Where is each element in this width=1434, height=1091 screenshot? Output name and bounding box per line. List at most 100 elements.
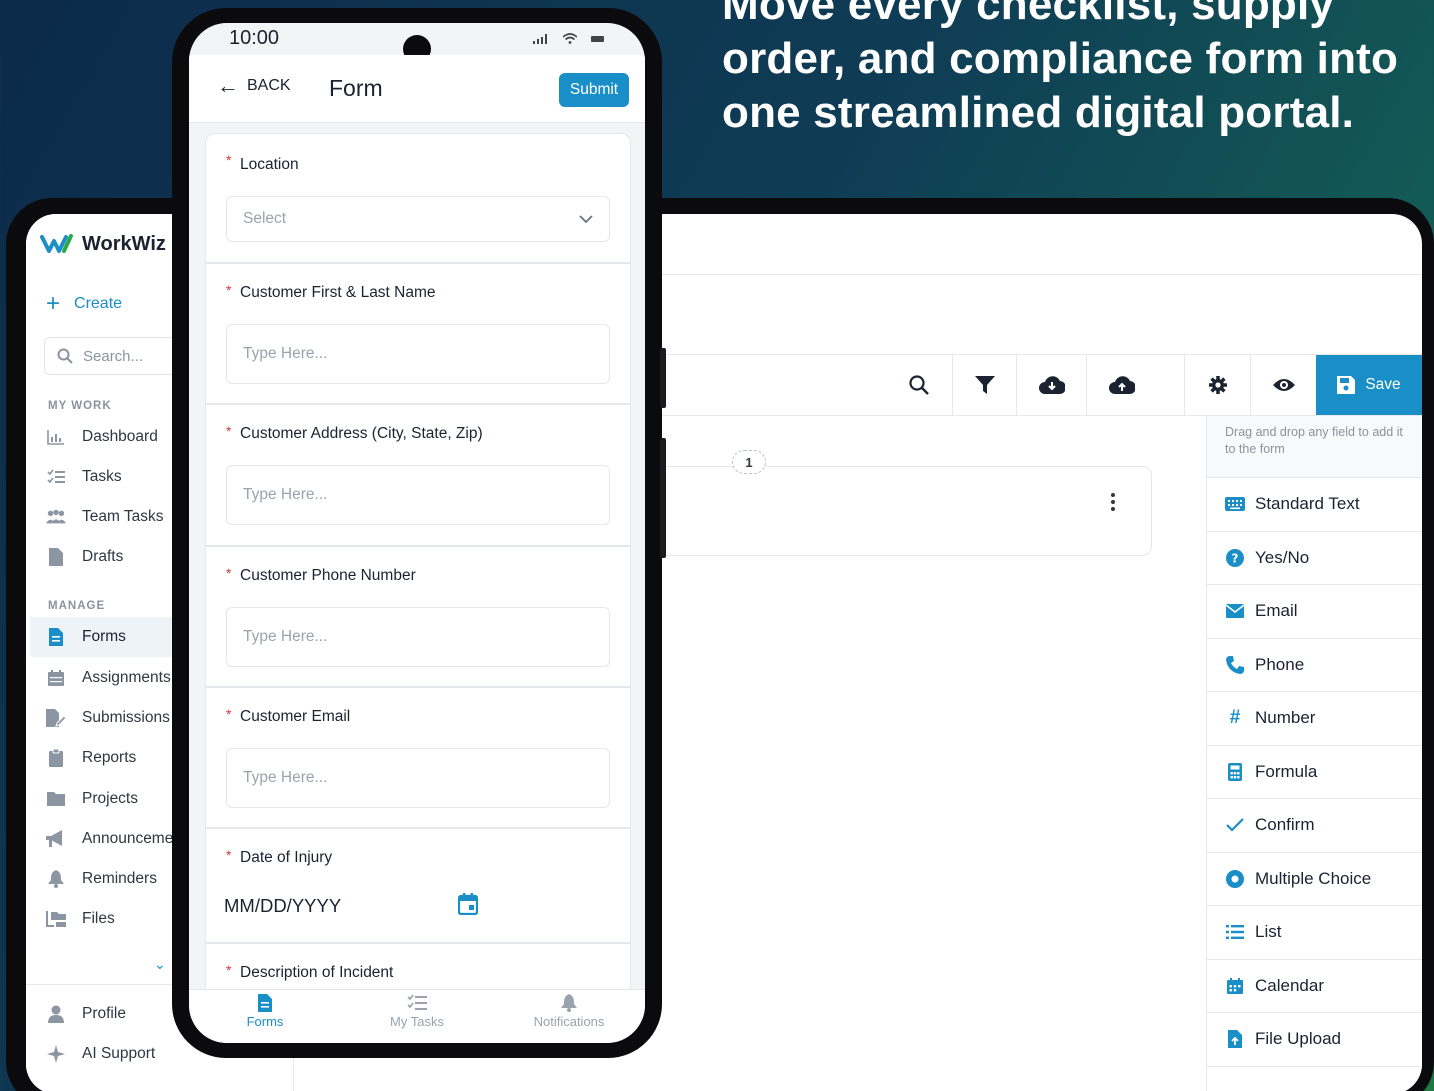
headline: Move every checklist, supply order, and … [722,0,1399,137]
create-label: Create [74,295,123,312]
form-page-card[interactable] [626,466,1152,556]
field-phone[interactable]: Phone [1207,639,1422,692]
bottom-nav-my-tasks[interactable]: My Tasks [347,994,487,1029]
keyboard-icon [1225,497,1245,512]
date-of-injury-input[interactable]: MM/DD/YYYY [224,895,341,917]
field-email[interactable]: Email [1207,585,1422,639]
nav-label: Tasks [82,468,122,485]
submission-icon [46,708,66,728]
gear-icon [1208,376,1227,394]
field-label: Customer Phone Number [240,567,416,584]
phone-frame: 10:00 ← BACK Form Submit * Location Sele… [172,8,666,1058]
field-number[interactable]: # Number [1207,692,1422,746]
logo-text: WorkWiz [82,232,166,255]
page-title: Form [329,75,383,101]
field-formula[interactable]: Formula [1207,746,1422,799]
required-marker: * [226,962,232,978]
field-label: Formula [1255,761,1318,781]
required-marker: * [226,847,232,863]
field-standard-text[interactable]: Standard Text [1207,478,1422,532]
search-icon [909,375,929,395]
calendar-icon [1225,977,1245,994]
floppy-disk-icon [1337,376,1356,394]
app-header: ← BACK Form Submit [189,55,645,123]
calculator-icon [1225,762,1245,781]
logo: WorkWiz [40,232,166,256]
battery-icon [591,35,604,42]
required-marker: * [226,423,232,439]
toolbar-settings-button[interactable] [1184,355,1250,415]
toolbar-download-button[interactable] [1016,355,1086,415]
hash-icon: # [1229,707,1241,729]
toolbar-search-button[interactable] [886,355,952,415]
user-icon [46,1004,66,1024]
bottom-nav: Forms My Tasks Notifications [189,989,645,1043]
bottom-nav-notifications[interactable]: Notifications [499,994,639,1029]
field-multiple-choice[interactable]: Multiple Choice [1207,853,1422,906]
field-label: Number [1255,708,1316,728]
field-label: Phone [1255,654,1305,674]
back-label: BACK [247,77,291,94]
nav-label: Drafts [82,548,124,565]
search-placeholder: Search... [83,347,144,365]
toolbar-preview-button[interactable] [1250,355,1316,415]
customer-name-input[interactable]: Type Here... [226,324,610,384]
toolbar-upload-button[interactable] [1086,355,1156,415]
nav-label: Profile [82,1005,126,1022]
customer-email-input[interactable]: Type Here... [226,748,610,808]
folder-icon [46,789,66,809]
field-yes-no[interactable]: ? Yes/No [1207,532,1422,585]
clipboard-icon [46,748,66,768]
nav-label: Assignments [82,669,171,686]
field-label: Multiple Choice [1255,868,1372,888]
phone-icon [1225,655,1245,674]
toolbar-filter-button[interactable] [952,355,1016,415]
status-bar: 10:00 [189,23,645,63]
field-file-upload[interactable]: File Upload [1207,1013,1422,1067]
cloud-upload-icon [1108,376,1135,394]
form-field-customer-email: * Customer Email Type Here... [205,687,631,828]
customer-address-input[interactable]: Type Here... [226,465,610,525]
phone-screen: 10:00 ← BACK Form Submit * Location Sele… [189,23,645,1043]
save-button[interactable]: Save [1316,355,1422,415]
nav-label: Submissions [82,709,170,726]
chevron-down-icon[interactable]: ⌄ [154,956,166,973]
field-calendar[interactable]: Calendar [1207,960,1422,1013]
location-select[interactable]: Select [226,196,610,242]
input-placeholder: Type Here... [243,769,328,786]
customer-phone-input[interactable]: Type Here... [226,607,610,667]
more-options-icon[interactable] [1111,493,1115,511]
form-field-customer-phone: * Customer Phone Number Type Here... [205,546,631,687]
list-icon [1225,925,1245,940]
create-button[interactable]: + Create [46,292,123,316]
fields-hint: Drag and drop any field to add it to the… [1207,416,1422,478]
form-field-date-of-injury: * Date of Injury MM/DD/YYYY [205,828,631,943]
form-field-location: * Location Select [205,133,631,263]
megaphone-icon [46,829,66,849]
field-label: Calendar [1255,975,1324,995]
nav-label: Reports [82,749,137,766]
signal-icon [533,33,547,44]
team-icon [46,507,66,527]
field-label: Yes/No [1255,547,1310,567]
field-label: Location [240,156,299,173]
arrow-left-icon: ← [217,73,239,98]
submit-button[interactable]: Submit [559,73,629,107]
chart-icon [46,427,66,447]
required-marker: * [226,152,232,168]
checklist-icon [407,994,427,1010]
bottom-nav-label: My Tasks [390,1014,444,1029]
nav-label: Team Tasks [82,508,164,525]
bell-icon [46,869,66,889]
required-marker: * [226,565,232,581]
calendar-icon[interactable] [457,893,479,920]
field-label: Email [1255,601,1298,621]
input-placeholder: Type Here... [243,628,328,645]
field-list[interactable]: List [1207,906,1422,960]
back-button[interactable]: ← BACK [217,73,291,98]
field-confirm[interactable]: Confirm [1207,799,1422,853]
calendar-icon [46,668,66,688]
check-icon [1225,818,1245,832]
bottom-nav-forms[interactable]: Forms [195,994,335,1029]
bottom-nav-label: Forms [246,1014,284,1029]
